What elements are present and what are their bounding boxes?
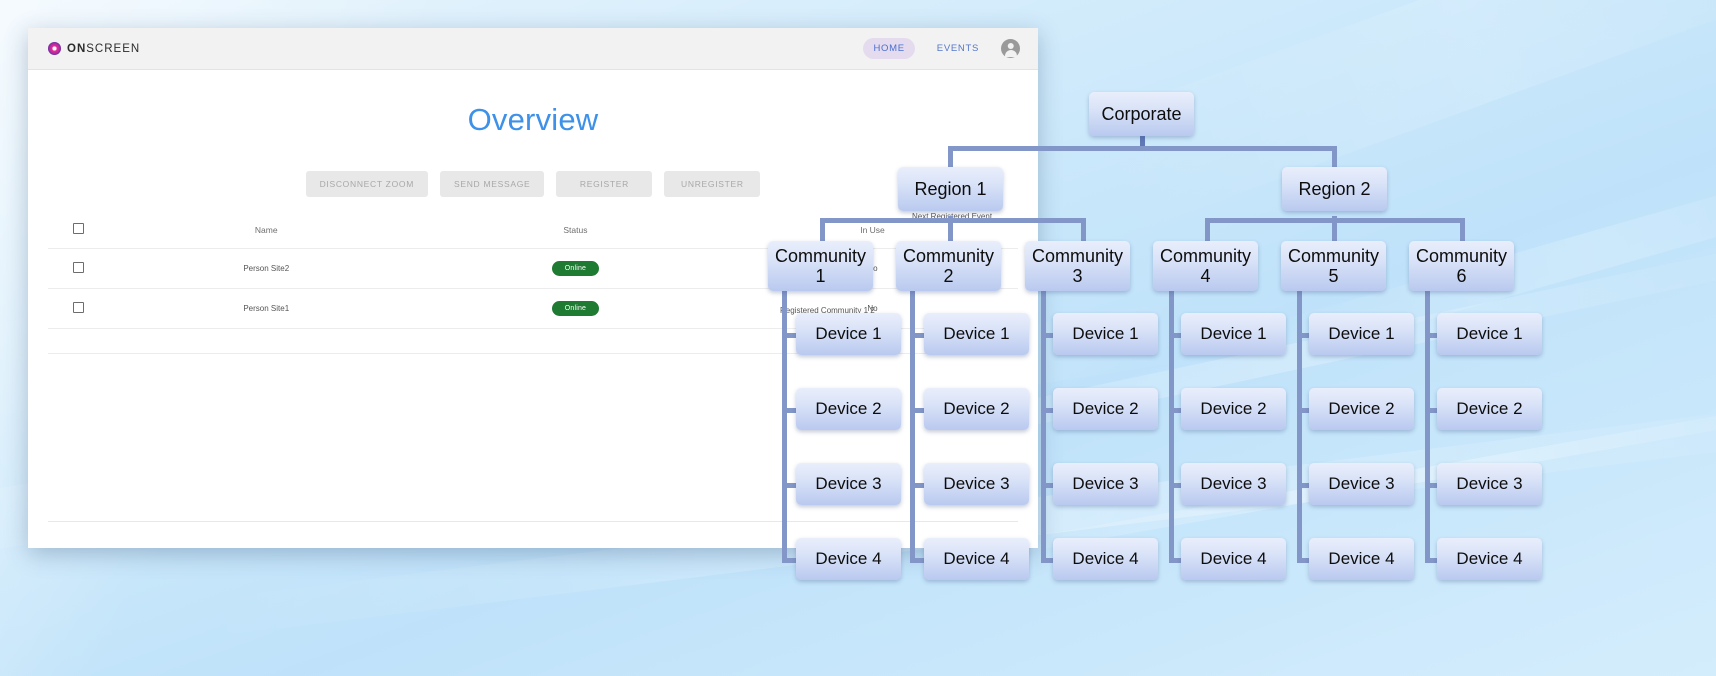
org-node-device-c6-1[interactable]: Device 1 bbox=[1437, 313, 1542, 355]
row-select-cell bbox=[48, 248, 109, 289]
org-node-device-c5-4[interactable]: Device 4 bbox=[1309, 538, 1414, 580]
connector-region-bus bbox=[950, 146, 1335, 151]
org-node-device-c3-1[interactable]: Device 1 bbox=[1053, 313, 1158, 355]
row-select-cell bbox=[48, 288, 109, 329]
device-spine-4 bbox=[1169, 283, 1174, 558]
onscreen-logo-icon bbox=[48, 42, 61, 55]
org-node-community-5[interactable]: Community 5 bbox=[1281, 241, 1386, 291]
send-message-button[interactable]: SEND MESSAGE bbox=[439, 171, 545, 197]
org-node-device-c6-4[interactable]: Device 4 bbox=[1437, 538, 1542, 580]
org-node-device-c6-3[interactable]: Device 3 bbox=[1437, 463, 1542, 505]
org-node-community-4[interactable]: Community 4 bbox=[1153, 241, 1258, 291]
brand-name: ONSCREEN bbox=[67, 42, 141, 55]
register-button[interactable]: REGISTER bbox=[556, 171, 653, 197]
org-node-device-c1-1[interactable]: Device 1 bbox=[796, 313, 901, 355]
org-node-device-c2-4[interactable]: Device 4 bbox=[924, 538, 1029, 580]
org-node-device-c3-2[interactable]: Device 2 bbox=[1053, 388, 1158, 430]
row-checkbox[interactable] bbox=[72, 262, 84, 273]
org-node-device-c4-3[interactable]: Device 3 bbox=[1181, 463, 1286, 505]
org-node-device-c5-3[interactable]: Device 3 bbox=[1309, 463, 1414, 505]
status-badge: Online bbox=[551, 301, 600, 316]
user-avatar-icon[interactable] bbox=[1001, 39, 1020, 58]
desktop-background: ONSCREEN HOME EVENTS Overview DISCONNECT… bbox=[0, 0, 1716, 676]
device-spine-5 bbox=[1297, 283, 1302, 558]
unregister-button[interactable]: UNREGISTER bbox=[664, 171, 761, 197]
org-node-device-c5-1[interactable]: Device 1 bbox=[1309, 313, 1414, 355]
disconnect-zoom-button[interactable]: DISCONNECT ZOOM bbox=[305, 171, 428, 197]
select-all-header bbox=[48, 211, 109, 249]
org-node-community-6[interactable]: Community 6 bbox=[1409, 241, 1514, 291]
row-checkbox[interactable] bbox=[72, 302, 84, 313]
org-node-device-c6-2[interactable]: Device 2 bbox=[1437, 388, 1542, 430]
org-node-device-c1-2[interactable]: Device 2 bbox=[796, 388, 901, 430]
org-node-device-c1-4[interactable]: Device 4 bbox=[796, 538, 901, 580]
org-node-corporate[interactable]: Corporate bbox=[1089, 92, 1194, 136]
org-node-device-c1-3[interactable]: Device 3 bbox=[796, 463, 901, 505]
org-node-device-c3-3[interactable]: Device 3 bbox=[1053, 463, 1158, 505]
row-status: Online bbox=[423, 288, 727, 329]
org-node-region-1[interactable]: Region 1 bbox=[898, 167, 1003, 211]
select-all-checkbox[interactable] bbox=[72, 223, 84, 234]
brand-logo[interactable]: ONSCREEN bbox=[48, 42, 140, 55]
org-node-device-c3-4[interactable]: Device 4 bbox=[1053, 538, 1158, 580]
org-node-device-c2-1[interactable]: Device 1 bbox=[924, 313, 1029, 355]
org-node-device-c2-2[interactable]: Device 2 bbox=[924, 388, 1029, 430]
device-spine-1 bbox=[782, 283, 787, 558]
row-status: Online bbox=[423, 248, 727, 289]
status-badge: Online bbox=[551, 261, 600, 276]
column-header-status[interactable]: Status bbox=[423, 211, 727, 249]
org-node-device-c4-1[interactable]: Device 1 bbox=[1181, 313, 1286, 355]
org-node-device-c4-2[interactable]: Device 2 bbox=[1181, 388, 1286, 430]
header-nav: HOME EVENTS bbox=[863, 38, 1020, 59]
org-node-region-2[interactable]: Region 2 bbox=[1282, 167, 1387, 211]
app-header: ONSCREEN HOME EVENTS bbox=[28, 28, 1038, 70]
device-spine-3 bbox=[1041, 283, 1046, 558]
nav-item-home[interactable]: HOME bbox=[863, 38, 915, 59]
org-chart: Next Registered Event Registered Communi… bbox=[760, 78, 1716, 598]
org-node-device-c4-4[interactable]: Device 4 bbox=[1181, 538, 1286, 580]
row-name: Person Site2 bbox=[108, 248, 424, 289]
row-name: Person Site1 bbox=[108, 288, 424, 329]
org-node-community-2[interactable]: Community 2 bbox=[896, 241, 1001, 291]
nav-item-events[interactable]: EVENTS bbox=[927, 38, 989, 59]
device-spine-2 bbox=[910, 283, 915, 558]
org-node-community-3[interactable]: Community 3 bbox=[1025, 241, 1130, 291]
device-spine-6 bbox=[1425, 283, 1430, 558]
org-node-device-c5-2[interactable]: Device 2 bbox=[1309, 388, 1414, 430]
connector-community-bus-left bbox=[820, 218, 1086, 223]
column-header-name[interactable]: Name bbox=[108, 211, 424, 249]
org-node-device-c2-3[interactable]: Device 3 bbox=[924, 463, 1029, 505]
org-node-community-1[interactable]: Community 1 bbox=[768, 241, 873, 291]
